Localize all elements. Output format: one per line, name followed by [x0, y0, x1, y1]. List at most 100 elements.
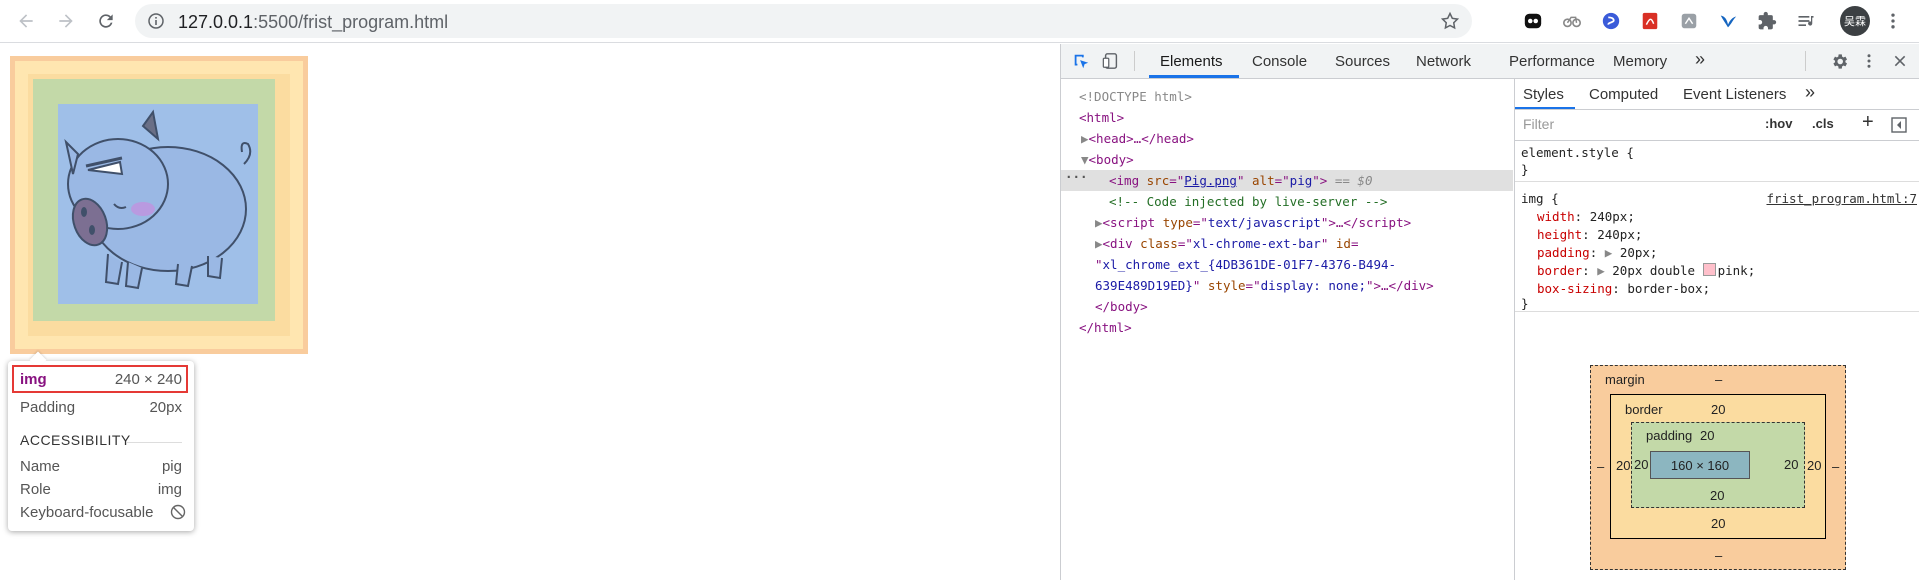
prop-box-sizing[interactable]: box-sizing: border-box;: [1537, 281, 1710, 296]
settings-gear-icon[interactable]: [1829, 51, 1849, 71]
element-style-close: }: [1521, 162, 1529, 177]
filter-input[interactable]: Filter: [1523, 116, 1554, 132]
extension-bird-icon[interactable]: [1717, 10, 1739, 32]
tab-event-listeners[interactable]: Event Listeners: [1683, 86, 1786, 103]
reading-list-icon[interactable]: [1795, 10, 1817, 32]
padding-bottom-value[interactable]: 20: [1710, 488, 1724, 503]
tooltip-name-row: Name pig: [20, 456, 182, 476]
extension-s-icon[interactable]: [1600, 10, 1622, 32]
more-tabs-button[interactable]: »: [1695, 49, 1705, 70]
close-icon[interactable]: [1890, 51, 1910, 71]
element-style-selector[interactable]: element.style {: [1521, 145, 1634, 160]
tooltip-padding-label: Padding: [20, 398, 76, 416]
toggle-sidebar-icon[interactable]: [1891, 117, 1907, 133]
browser-menu-icon[interactable]: [1882, 10, 1904, 32]
doctype-node[interactable]: <!DOCTYPE html>: [1079, 86, 1531, 107]
tab-styles[interactable]: Styles: [1523, 86, 1564, 103]
tooltip-size: 240 × 240: [114, 370, 182, 388]
border-label: border: [1625, 402, 1663, 417]
rule-source-link[interactable]: frist_program.html:7: [1766, 191, 1917, 206]
url-text: 127.0.0.1:5500/frist_program.html: [178, 12, 449, 32]
tab-performance[interactable]: Performance: [1509, 53, 1595, 70]
reload-icon[interactable]: [93, 8, 119, 34]
prop-padding[interactable]: padding: ▶ 20px;: [1537, 245, 1657, 260]
script-node[interactable]: ▶<script type="text/javascript">…</scrip…: [1095, 212, 1547, 233]
content-box[interactable]: 160 × 160: [1650, 451, 1750, 479]
class-toggle-button[interactable]: .cls: [1812, 116, 1834, 131]
profile-avatar[interactable]: 吴霖: [1840, 6, 1870, 36]
forward-icon[interactable]: [53, 8, 79, 34]
margin-left-value[interactable]: –: [1597, 459, 1604, 474]
extension-pdf-icon[interactable]: [1639, 10, 1661, 32]
div-node[interactable]: ▶<div class="xl-chrome-ext-bar" id=: [1095, 233, 1547, 254]
html-node[interactable]: <html>: [1079, 107, 1531, 128]
margin-right-value[interactable]: –: [1832, 459, 1839, 474]
padding-box: padding 20 20 20 20 160 × 160: [1631, 422, 1805, 508]
back-icon[interactable]: [13, 8, 39, 34]
prop-height[interactable]: height: 240px;: [1537, 227, 1642, 242]
address-bar[interactable]: 127.0.0.1:5500/frist_program.html: [135, 4, 1472, 38]
padding-right-value[interactable]: 20: [1784, 457, 1798, 472]
bookmark-star-icon[interactable]: [1440, 11, 1460, 31]
margin-label: margin: [1605, 372, 1645, 387]
toolbar-separator: [1805, 51, 1806, 71]
div-node-id[interactable]: "xl_chrome_ext_{4DB361DE-01F7-4376-B494-: [1095, 254, 1547, 275]
tooltip-name-value: pig: [161, 457, 182, 475]
tooltip-padding-row: Padding 20px: [20, 397, 182, 417]
prop-border[interactable]: border: ▶ 20px double pink;: [1537, 263, 1755, 278]
info-icon[interactable]: [148, 13, 164, 29]
div-node-id-cont[interactable]: 639E489D19ED}" style="display: none;">…<…: [1095, 275, 1547, 296]
img-node-selected[interactable]: ··· <img src="Pig.png" alt="pig"> == $0: [1061, 169, 1513, 191]
comment-node[interactable]: <!-- Code injected by live-server -->: [1109, 191, 1561, 212]
prop-width[interactable]: width: 240px;: [1537, 209, 1635, 224]
tooltip-name-label: Name: [20, 457, 61, 475]
tooltip-role-label: Role: [20, 480, 51, 498]
extension-grey-icon[interactable]: [1678, 10, 1700, 32]
not-focusable-icon: [170, 504, 186, 520]
margin-top-value[interactable]: –: [1715, 372, 1722, 387]
body-close-node[interactable]: </body>: [1095, 296, 1547, 317]
border-right-value[interactable]: 20: [1807, 458, 1821, 473]
body-node[interactable]: ▼<body>: [1081, 149, 1533, 170]
padding-label: padding: [1646, 428, 1693, 443]
inspect-element-icon[interactable]: [1071, 51, 1091, 71]
tab-console[interactable]: Console: [1252, 53, 1307, 70]
border-bottom-value[interactable]: 20: [1711, 516, 1725, 531]
extension-bike-icon[interactable]: [1561, 10, 1583, 32]
html-close-node[interactable]: </html>: [1079, 317, 1531, 338]
border-left-value[interactable]: 20: [1616, 458, 1630, 473]
tooltip-role-row: Role img: [20, 479, 182, 499]
hover-state-button[interactable]: :hov: [1765, 116, 1792, 131]
node-actions-icon[interactable]: ···: [1065, 166, 1088, 187]
inspect-tooltip: img 240 × 240 Padding 20px ACCESSIBILITY…: [8, 361, 194, 531]
padding-left-value[interactable]: 20: [1634, 457, 1648, 472]
tooltip-element-row: img 240 × 240: [20, 369, 182, 389]
img-rule-selector[interactable]: img {: [1521, 191, 1559, 206]
tooltip-padding-value: 20px: [149, 398, 182, 416]
devtools-menu-icon[interactable]: [1859, 51, 1879, 71]
active-style-tab-indicator: [1515, 107, 1575, 109]
margin-bottom-value[interactable]: –: [1715, 548, 1722, 563]
more-style-tabs-button[interactable]: »: [1805, 82, 1815, 103]
tab-sources[interactable]: Sources: [1335, 53, 1390, 70]
tab-network[interactable]: Network: [1416, 53, 1471, 70]
padding-top-value[interactable]: 20: [1700, 428, 1714, 443]
page-viewport: img 240 × 240 Padding 20px ACCESSIBILITY…: [0, 44, 1060, 580]
tab-computed[interactable]: Computed: [1589, 86, 1658, 103]
pig-image-highlight[interactable]: [10, 56, 308, 354]
tab-memory[interactable]: Memory: [1613, 53, 1667, 70]
extensions-puzzle-icon[interactable]: [1756, 10, 1778, 32]
border-box: border 20 20 20 20 padding 20 20 20 20 1…: [1610, 394, 1826, 539]
styles-tabbar: Styles Computed Event Listeners »: [1515, 79, 1919, 110]
element-style-rule: element.style { }: [1515, 141, 1919, 182]
pink-color-swatch[interactable]: [1702, 263, 1716, 276]
device-toolbar-icon[interactable]: [1101, 51, 1121, 71]
head-node[interactable]: ▶<head>…</head>: [1081, 128, 1533, 149]
tab-elements[interactable]: Elements: [1160, 53, 1223, 70]
add-rule-icon[interactable]: +: [1862, 111, 1874, 134]
tooltip-divider: [126, 442, 182, 443]
tab-separator: [1134, 51, 1135, 71]
tooltip-keyboard-row: Keyboard-focusable: [20, 502, 186, 522]
extension-panda-icon[interactable]: [1522, 10, 1544, 32]
border-top-value[interactable]: 20: [1711, 402, 1725, 417]
